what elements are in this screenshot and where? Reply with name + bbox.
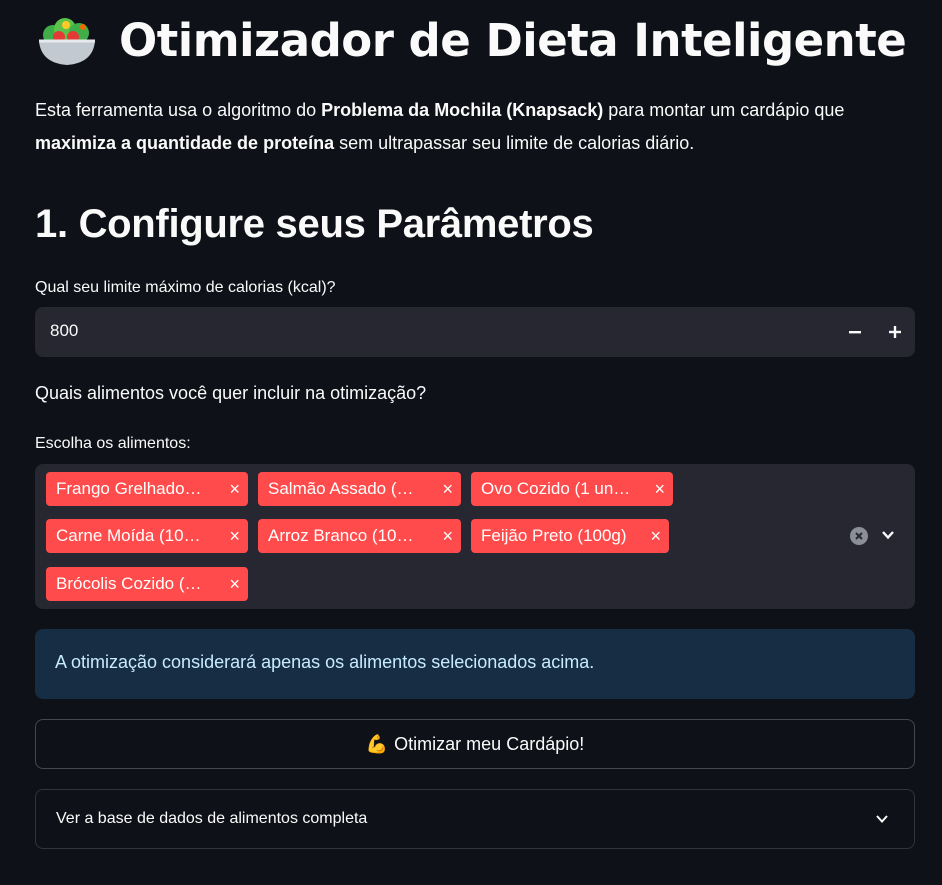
increment-button[interactable] [875, 307, 915, 357]
page-title: Otimizador de Dieta Inteligente [35, 10, 907, 72]
minus-icon [849, 331, 861, 334]
food-tag-label: Arroz Branco (10… [268, 526, 414, 545]
remove-tag-icon[interactable]: × [650, 519, 661, 553]
clear-circle-icon[interactable] [850, 527, 868, 545]
intro-bold-protein: maximiza a quantidade de proteína [35, 133, 335, 153]
salad-bowl-icon [39, 18, 95, 65]
plus-icon [889, 326, 901, 338]
page-title-text: Otimizador de Dieta Inteligente [119, 14, 907, 67]
chevron-down-icon[interactable] [880, 527, 896, 543]
chevron-down-icon [876, 815, 888, 823]
decrement-button[interactable] [835, 307, 875, 357]
food-tag: Carne Moída (10… × [46, 519, 248, 553]
food-tag-label: Frango Grelhado… [56, 479, 202, 498]
info-text: A otimização considerará apenas os alime… [55, 652, 595, 672]
food-tag: Arroz Branco (10… × [258, 519, 461, 553]
optimize-button[interactable]: 💪 Otimizar meu Cardápio! [35, 719, 915, 769]
intro-text-3: sem ultrapassar seu limite de calorias d… [334, 133, 695, 153]
info-alert: A otimização considerará apenas os alime… [35, 629, 915, 699]
flexed-biceps-icon: 💪 [365, 733, 389, 754]
food-tag: Frango Grelhado… × [46, 472, 248, 506]
food-tag-label: Ovo Cozido (1 un… [481, 479, 631, 498]
app-page: Otimizador de Dieta Inteligente Esta fer… [0, 0, 942, 885]
remove-tag-icon[interactable]: × [654, 472, 665, 506]
food-tag: Brócolis Cozido (… × [46, 567, 248, 601]
optimize-button-label: Otimizar meu Cardápio! [394, 733, 585, 754]
foods-multiselect[interactable]: Frango Grelhado… × Salmão Assado (… × Ov… [35, 464, 915, 609]
food-tag-label: Salmão Assado (… [268, 479, 414, 498]
intro-paragraph: Esta ferramenta usa o algoritmo do Probl… [35, 94, 915, 160]
intro-text-1: Esta ferramenta usa o algoritmo do [35, 100, 322, 120]
food-tag-label: Feijão Preto (100g) [481, 526, 627, 545]
intro-text-2: para montar um cardápio que [603, 100, 845, 120]
remove-tag-icon[interactable]: × [442, 519, 453, 553]
calories-number-input[interactable]: 800 [35, 307, 915, 357]
foods-label: Escolha os alimentos: [35, 435, 191, 452]
food-tag: Feijão Preto (100g) × [471, 519, 669, 553]
intro-bold-knapsack: Problema da Mochila (Knapsack) [321, 100, 604, 120]
food-database-expander[interactable]: Ver a base de dados de alimentos complet… [35, 789, 915, 849]
remove-tag-icon[interactable]: × [229, 519, 240, 553]
food-tag-label: Brócolis Cozido (… [56, 574, 202, 593]
remove-tag-icon[interactable]: × [229, 472, 240, 506]
food-tag-label: Carne Moída (10… [56, 526, 201, 545]
remove-tag-icon[interactable]: × [442, 472, 453, 506]
expander-label: Ver a base de dados de alimentos complet… [56, 810, 368, 827]
food-tag: Salmão Assado (… × [258, 472, 461, 506]
food-tag: Ovo Cozido (1 un… × [471, 472, 673, 506]
foods-question: Quais alimentos você quer incluir na oti… [35, 383, 427, 403]
calories-value[interactable]: 800 [50, 321, 78, 341]
remove-tag-icon[interactable]: × [229, 567, 240, 601]
section-title: 1. Configure seus Parâmetros [35, 202, 594, 246]
calories-label: Qual seu limite máximo de calorias (kcal… [35, 279, 336, 296]
